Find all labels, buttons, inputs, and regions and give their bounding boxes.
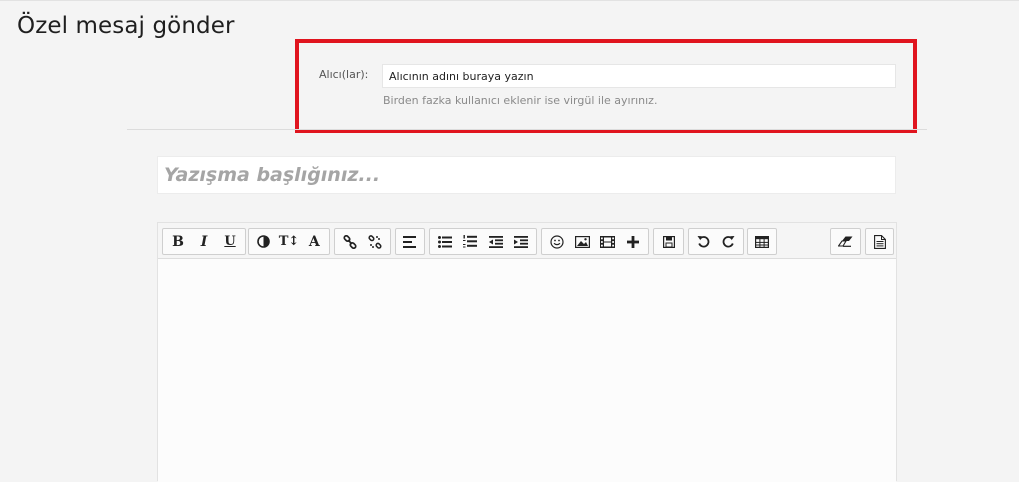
emoji-button[interactable] xyxy=(544,229,570,254)
clear-format-button[interactable] xyxy=(833,229,858,254)
unlink-icon xyxy=(368,234,382,249)
top-divider xyxy=(0,0,1019,1)
list-group xyxy=(429,228,537,255)
emoji-icon xyxy=(550,234,564,249)
recipients-input[interactable] xyxy=(382,64,896,88)
save-group xyxy=(653,228,684,255)
font-group: T↕ A xyxy=(248,228,330,255)
underline-button[interactable]: U xyxy=(217,229,243,254)
link-icon xyxy=(343,234,357,249)
message-body-area[interactable] xyxy=(158,259,896,482)
message-editor: B I U T↕ A xyxy=(157,222,897,482)
redo-icon xyxy=(722,235,735,248)
table-button[interactable] xyxy=(750,229,774,254)
font-size-button[interactable]: T↕ xyxy=(276,229,301,254)
section-divider xyxy=(127,129,927,130)
insert-more-button[interactable] xyxy=(621,229,647,254)
italic-button[interactable]: I xyxy=(191,229,217,254)
link-group xyxy=(334,228,391,255)
table-icon xyxy=(755,235,769,248)
indent-icon xyxy=(514,235,529,248)
undo-button[interactable] xyxy=(691,229,716,254)
outdent-button[interactable] xyxy=(483,229,509,254)
align-left-button[interactable] xyxy=(398,229,422,254)
subject-input[interactable] xyxy=(157,156,896,194)
align-group xyxy=(395,228,425,255)
bullet-list-button[interactable] xyxy=(432,229,458,254)
save-button[interactable] xyxy=(656,229,681,254)
history-group xyxy=(688,228,744,255)
numbered-list-button[interactable] xyxy=(458,229,484,254)
color-icon xyxy=(257,235,270,248)
source-group xyxy=(865,228,894,255)
outdent-icon xyxy=(488,235,503,248)
undo-icon xyxy=(697,235,710,248)
video-icon xyxy=(600,235,616,248)
color-button[interactable] xyxy=(251,229,276,254)
insert-group xyxy=(541,228,649,255)
source-button[interactable] xyxy=(868,229,891,254)
image-icon xyxy=(574,235,590,248)
source-icon xyxy=(873,234,886,249)
unlink-button[interactable] xyxy=(363,229,389,254)
align-left-icon xyxy=(403,235,417,248)
numbered-list-icon xyxy=(463,235,478,248)
clear-group xyxy=(830,228,861,255)
bold-button[interactable]: B xyxy=(165,229,191,254)
link-button[interactable] xyxy=(337,229,363,254)
recipients-label: Alıcı(lar): xyxy=(319,68,369,81)
font-button[interactable]: A xyxy=(302,229,327,254)
video-button[interactable] xyxy=(595,229,621,254)
image-button[interactable] xyxy=(570,229,596,254)
table-group xyxy=(747,228,777,255)
plus-icon xyxy=(627,235,640,248)
text-style-group: B I U xyxy=(162,228,246,255)
indent-button[interactable] xyxy=(509,229,535,254)
bullet-list-icon xyxy=(437,235,452,248)
save-icon xyxy=(662,235,675,248)
page-title: Özel mesaj gönder xyxy=(17,13,235,39)
redo-button[interactable] xyxy=(716,229,741,254)
eraser-icon xyxy=(838,236,853,247)
editor-toolbar: B I U T↕ A xyxy=(158,223,896,259)
recipients-hint: Birden fazka kullanıcı eklenir ise virgü… xyxy=(383,94,658,107)
